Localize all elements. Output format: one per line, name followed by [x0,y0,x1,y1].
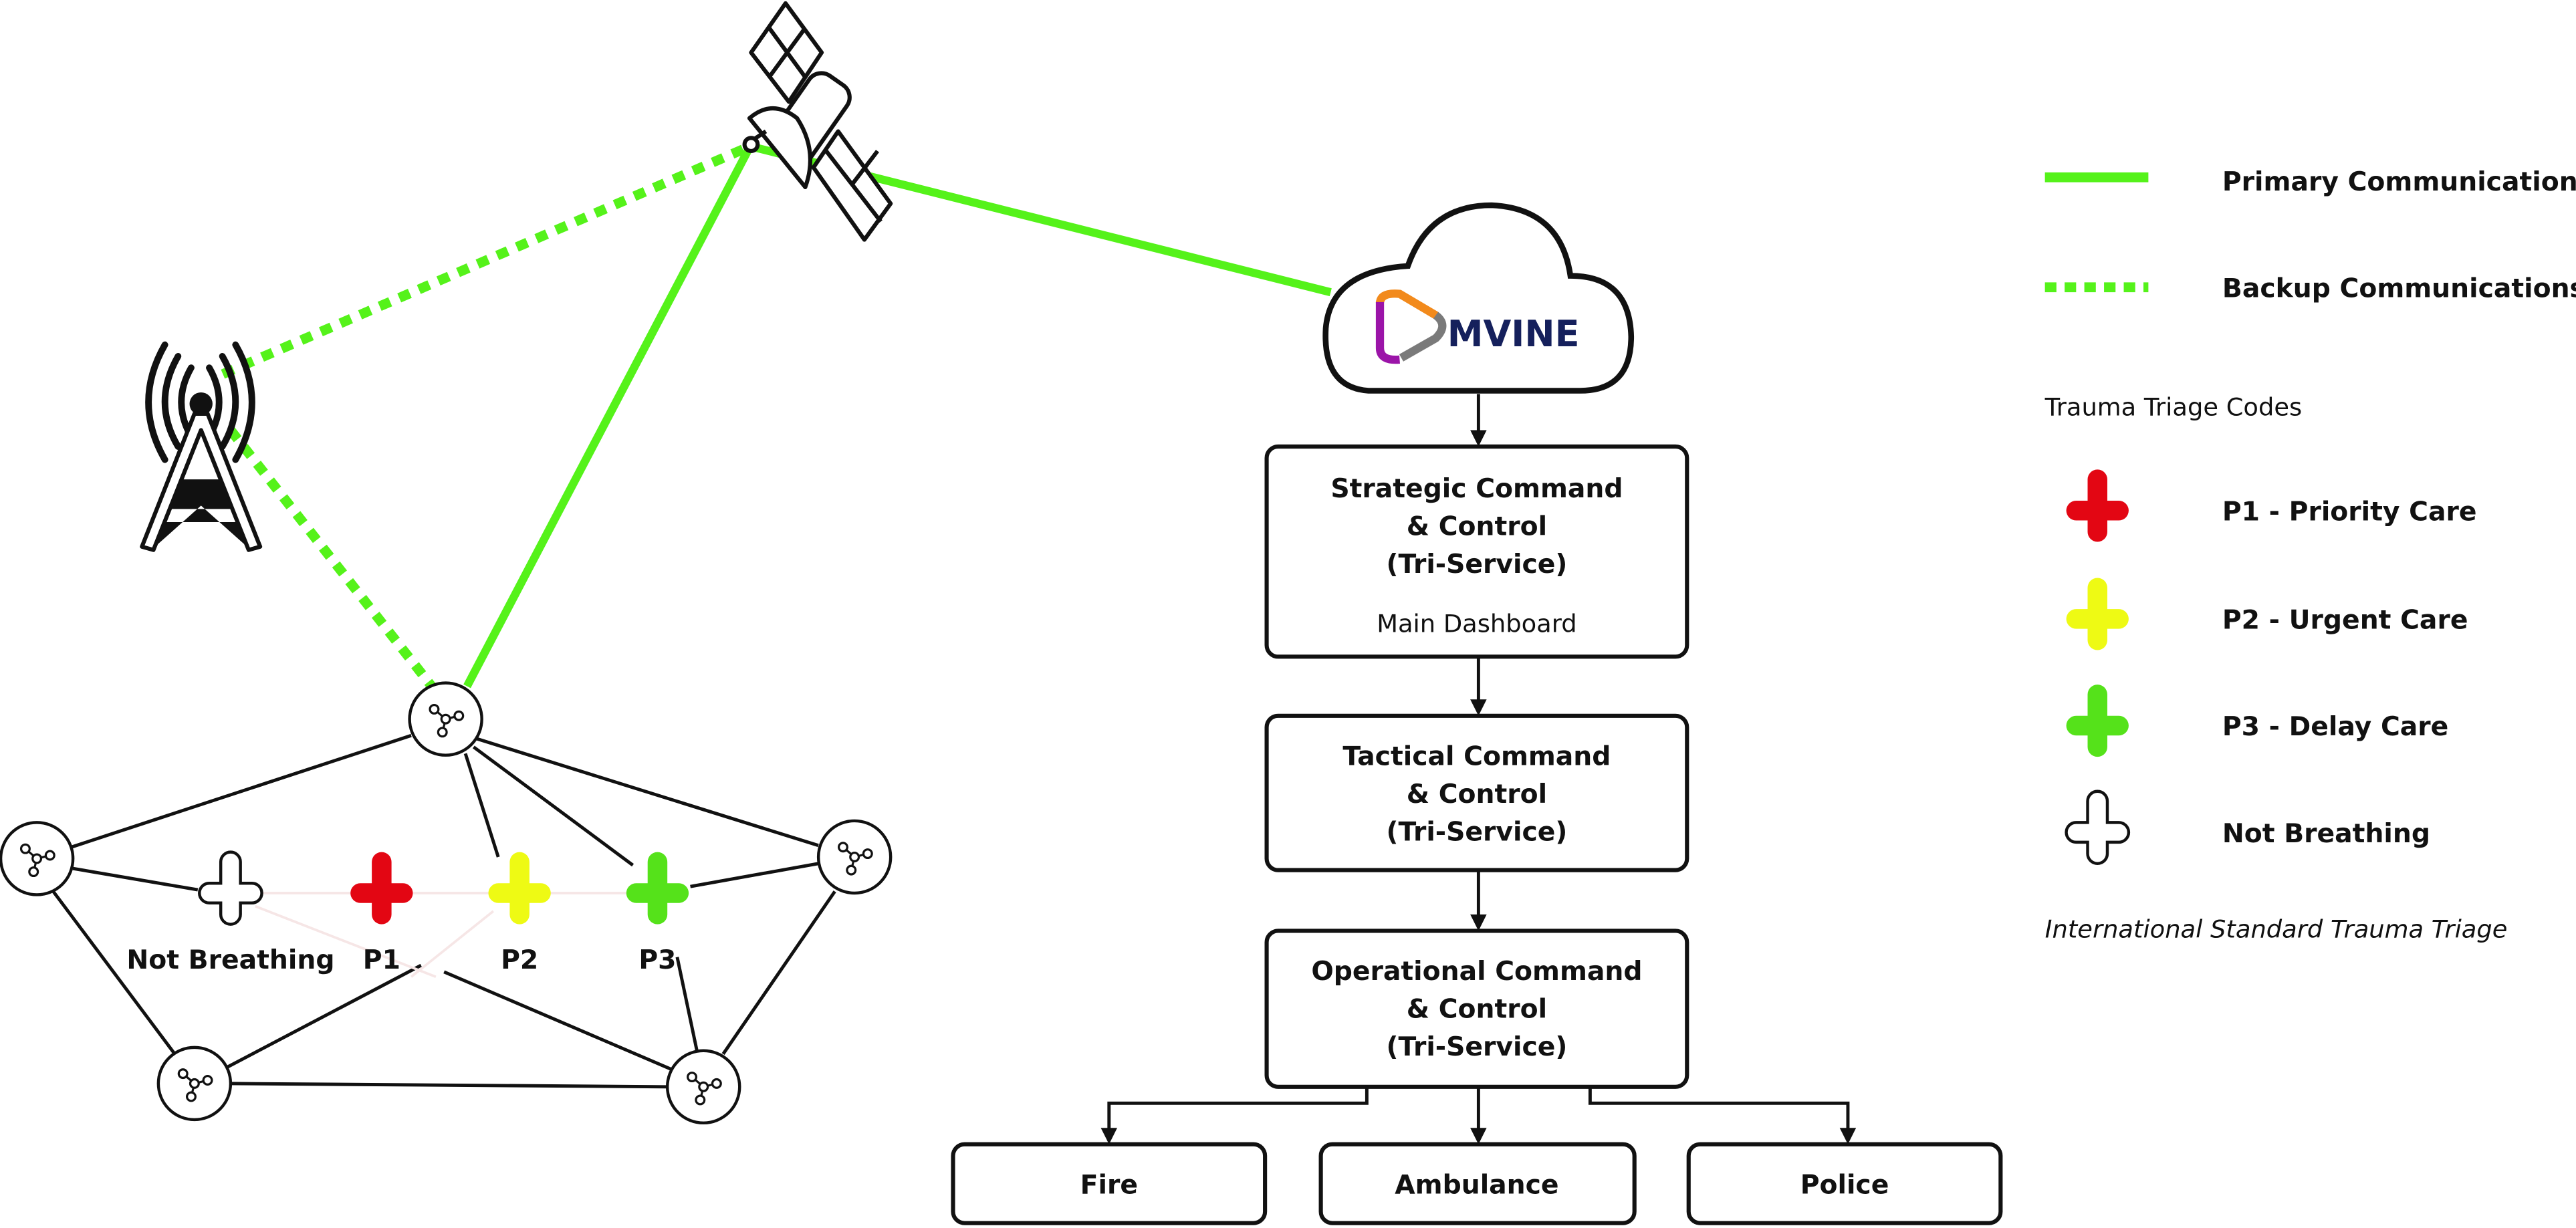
svg-text:& Control: & Control [1407,779,1547,810]
legend-cross-p1 [2066,469,2129,542]
legend-cross-p3 [2066,685,2129,757]
logo-text: MVINE [1447,313,1580,355]
mesh-node [156,1046,233,1122]
svg-text:(Tri-Service): (Tri-Service) [1387,1032,1568,1062]
mesh-label-not-breathing: Not Breathing [126,945,334,975]
legend: Primary Communications Backup Communicat… [2044,167,2576,943]
service-ambulance: Ambulance [1318,1142,1637,1225]
operational-command-box: Operational Command & Control (Tri-Servi… [1264,929,1689,1089]
triage-cross-p2 [488,852,551,925]
triage-cross-p1 [350,852,413,925]
satellite-icon [742,1,893,242]
strategic-command-box: Strategic Command & Control (Tri-Service… [1264,444,1689,659]
primary-links [463,142,1332,689]
mesh-links [51,733,836,1089]
mesh-node [665,1049,741,1125]
legend-backup-label: Backup Communications [2222,274,2576,304]
network-diagram: MVINE Strategic Command & Control (Tri-S… [0,1,2576,1225]
svg-text:(Tri-Service): (Tri-Service) [1387,549,1568,580]
svg-text:Not Breathing: Not Breathing [2222,819,2430,849]
svg-text:P3 - Delay Care: P3 - Delay Care [2222,712,2448,742]
cloud-icon: MVINE [1322,202,1635,394]
svg-text:P2 - Urgent Care: P2 - Urgent Care [2222,606,2468,636]
cell-tower-icon [140,341,263,552]
mesh-label-p3: P3 [638,945,676,975]
mesh-node [0,821,75,896]
mesh-node [816,819,893,895]
svg-text:Ambulance: Ambulance [1395,1170,1558,1200]
legend-triage-title: Trauma Triage Codes [2044,392,2303,421]
legend-footnote: International Standard Trauma Triage [2045,914,2508,943]
svg-text:(Tri-Service): (Tri-Service) [1387,817,1568,847]
svg-text:Police: Police [1800,1170,1889,1200]
main-dashboard-label: Main Dashboard [1377,610,1576,638]
service-fire: Fire [951,1142,1268,1225]
svg-text:& Control: & Control [1407,512,1547,542]
legend-primary-label: Primary Communications [2222,167,2576,197]
svg-text:& Control: & Control [1407,995,1547,1025]
mesh-label-p2: P2 [501,945,538,975]
service-police: Police [1686,1142,2003,1225]
svg-text:Operational Command: Operational Command [1311,957,1642,987]
legend-cross-not-breathing [2067,791,2129,864]
mesh-node [408,681,483,757]
tactical-command-box: Tactical Command & Control (Tri-Service) [1264,713,1689,872]
legend-cross-p2 [2066,578,2129,650]
svg-text:Fire: Fire [1080,1170,1138,1200]
triage-cross-p3 [626,852,689,925]
svg-text:Tactical Command: Tactical Command [1342,741,1611,771]
svg-text:Strategic Command: Strategic Command [1330,474,1623,504]
triage-cross-not-breathing [199,852,261,925]
mesh-label-p1: P1 [363,945,400,975]
svg-text:P1 - Priority Care: P1 - Priority Care [2222,497,2477,527]
backup-links [220,144,745,693]
